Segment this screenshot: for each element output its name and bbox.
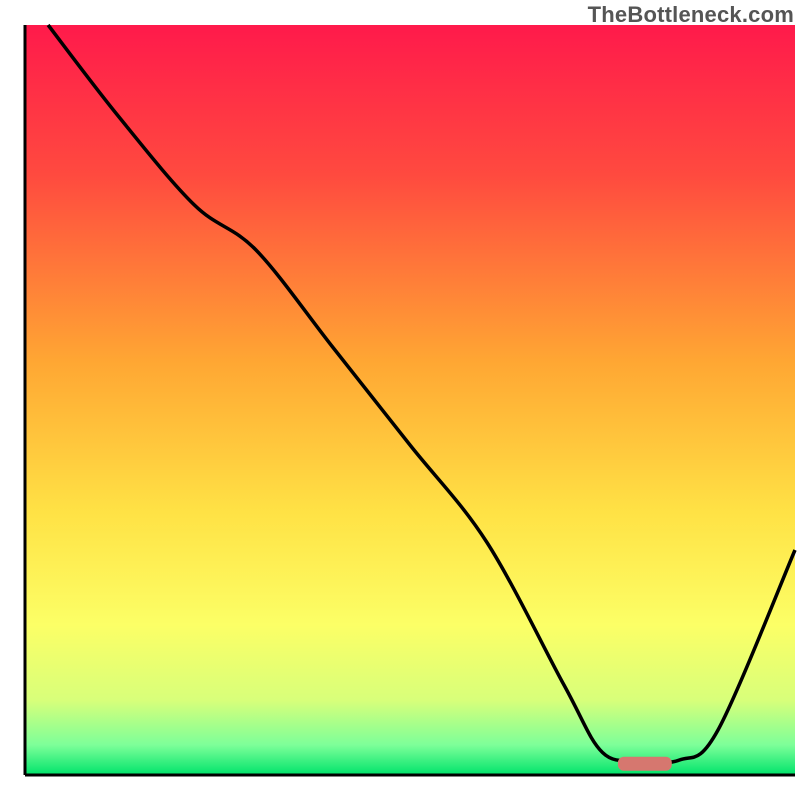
- optimal-range-marker: [618, 757, 672, 771]
- bottleneck-chart: [0, 0, 800, 800]
- watermark-text: TheBottleneck.com: [588, 2, 794, 28]
- plot-background: [25, 25, 795, 775]
- chart-container: TheBottleneck.com: [0, 0, 800, 800]
